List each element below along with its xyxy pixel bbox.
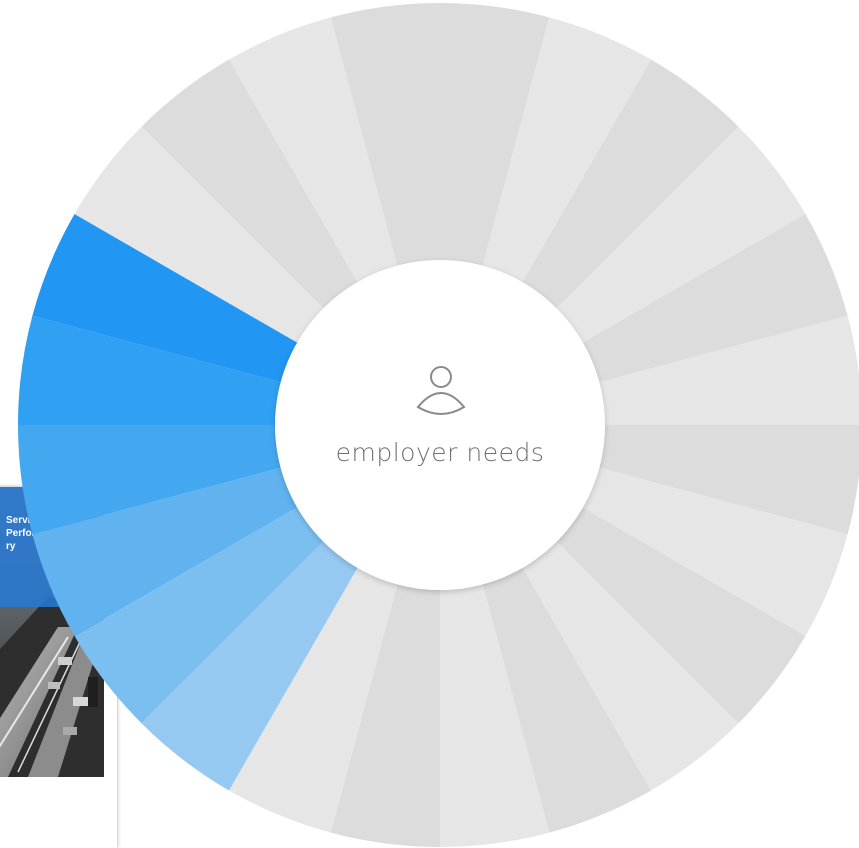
center-label: employer needs xyxy=(335,438,545,467)
center-circle xyxy=(275,260,605,590)
person-icon xyxy=(416,366,466,415)
needs-wheel xyxy=(18,3,859,847)
diagram-stage: Service Performance ry employer needs xyxy=(0,0,859,848)
